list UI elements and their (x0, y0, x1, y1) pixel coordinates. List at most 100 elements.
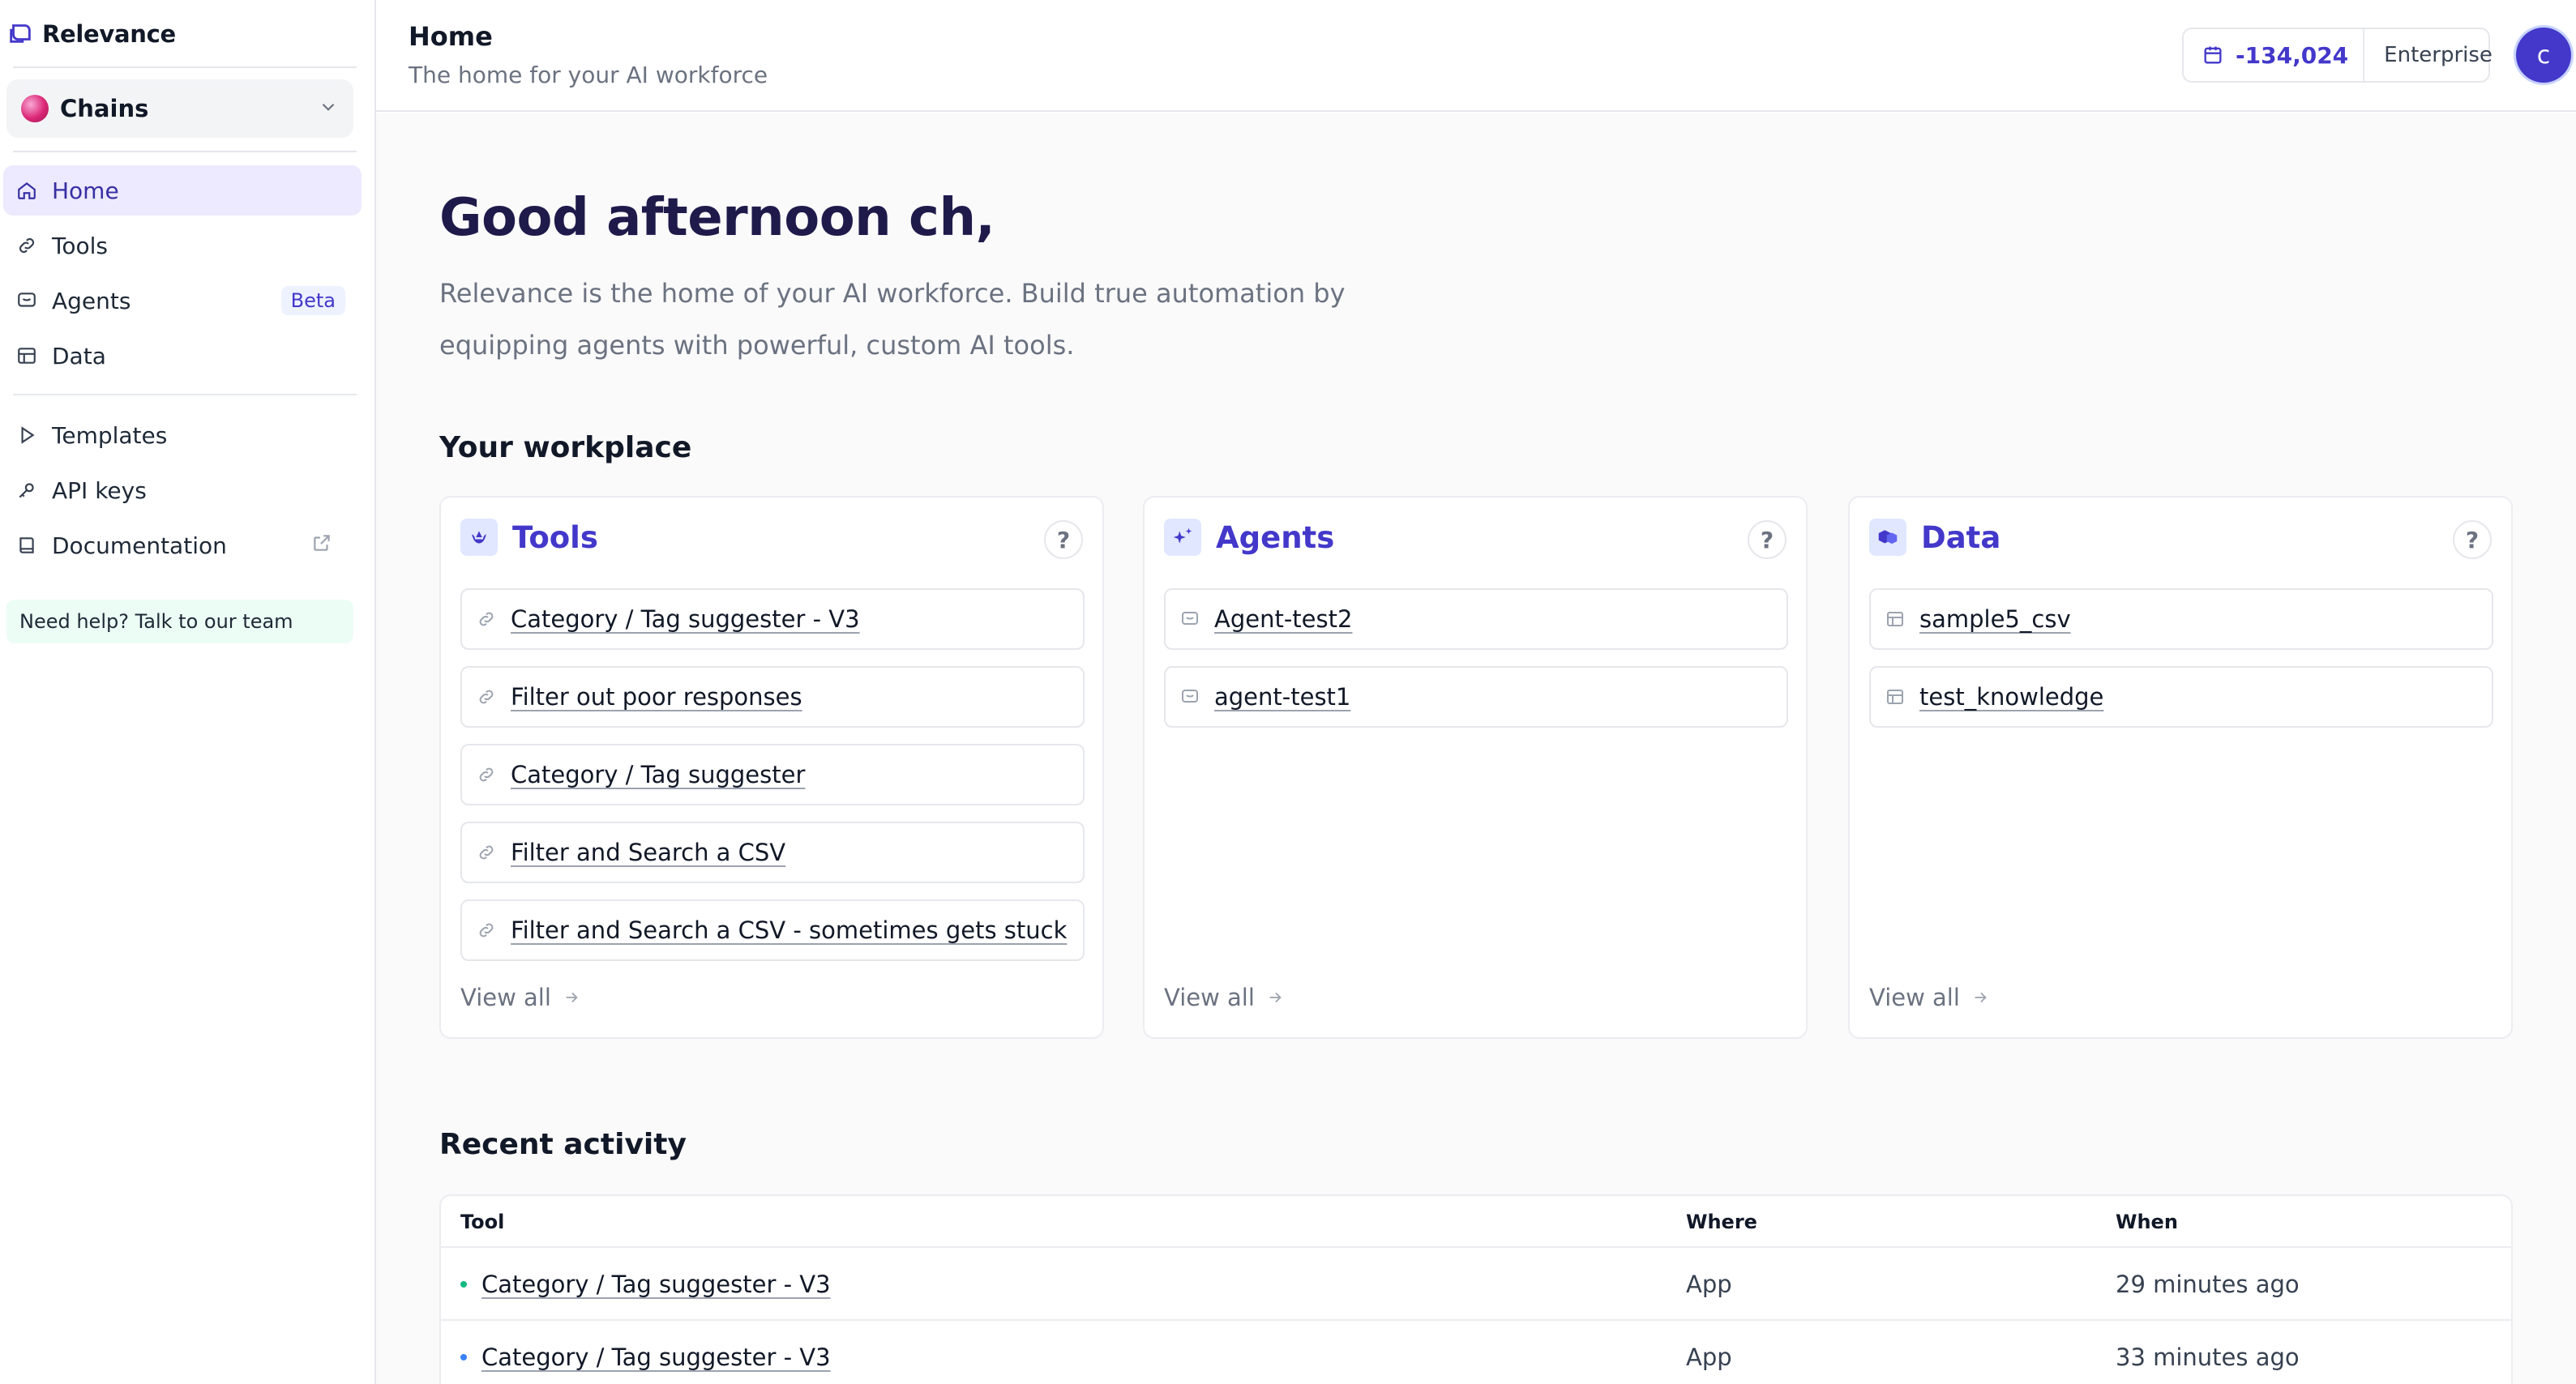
page-subtitle: The home for your AI workforce (409, 62, 768, 88)
arrow-right-icon (566, 992, 578, 1003)
table-row[interactable]: Category / Tag suggester - V3 App 33 min… (441, 1321, 2511, 1384)
secondary-nav: Templates API keys Documentation (3, 410, 362, 575)
row-tool-name[interactable]: Category / Tag suggester - V3 (481, 1343, 831, 1371)
view-all-tools-link[interactable]: View all (460, 984, 580, 1011)
tool-item-label: Filter and Search a CSV (511, 839, 786, 866)
book-icon (19, 537, 34, 553)
link-icon (479, 845, 494, 860)
view-all-data-link[interactable]: View all (1869, 984, 1989, 1011)
brand-name: Relevance (42, 20, 176, 48)
workspace-avatar (21, 95, 49, 122)
tool-item[interactable]: Filter and Search a CSV - sometimes gets… (460, 899, 1085, 961)
brand[interactable]: Relevance (6, 18, 176, 50)
card-header: Data (1869, 519, 2000, 556)
sidebar-item-label: Data (52, 342, 106, 369)
help-button[interactable]: ? (1044, 520, 1083, 559)
table-icon (1887, 612, 1903, 626)
column-header-where: Where (1686, 1211, 1757, 1233)
table-header: Tool Where When (441, 1196, 2511, 1248)
card-title: Data (1921, 519, 2001, 555)
view-all-label: View all (460, 984, 551, 1011)
workspace-switcher[interactable]: Chains (6, 79, 353, 138)
help-button[interactable]: ? (2453, 520, 2492, 559)
help-button[interactable]: ? (1748, 520, 1787, 559)
sidebar-item-api-keys[interactable]: API keys (3, 465, 362, 515)
table-icon (1887, 690, 1903, 704)
tools-card: Tools ? Category / Tag suggester - V3 Fi… (439, 496, 1104, 1039)
agent-item[interactable]: agent-test1 (1164, 666, 1788, 728)
sidebar-item-home[interactable]: Home (3, 165, 362, 216)
dataset-item-label: test_knowledge (1919, 683, 2104, 711)
primary-nav: Home Tools Agents Beta Data (3, 165, 362, 386)
sidebar-item-label: Agents (52, 287, 131, 314)
intro-text: Relevance is the home of your AI workfor… (439, 278, 1346, 361)
sidebar-item-label: Tools (52, 232, 108, 259)
agents-card: Agents ? Agent-test2 agent-test1 View al… (1143, 496, 1808, 1039)
arrow-right-icon (1269, 992, 1282, 1003)
column-header-tool: Tool (460, 1211, 505, 1233)
dataset-item[interactable]: sample5_csv (1869, 588, 2493, 650)
workplace-title: Your workplace (439, 431, 692, 464)
row-tool-cell: Category / Tag suggester - V3 (460, 1271, 831, 1298)
tool-item[interactable]: Filter and Search a CSV (460, 822, 1085, 883)
database-cubes-icon (1869, 519, 1906, 556)
page-title: Home (409, 21, 493, 52)
card-header: Tools (460, 519, 598, 556)
calendar-credit-icon (2204, 46, 2222, 64)
workspace-name: Chains (60, 95, 149, 122)
tool-item[interactable]: Category / Tag suggester (460, 744, 1085, 805)
tool-item[interactable]: Filter out poor responses (460, 666, 1085, 728)
tool-item[interactable]: Category / Tag suggester - V3 (460, 588, 1085, 650)
sidebar-item-data[interactable]: Data (3, 331, 362, 381)
agents-list: Agent-test2 agent-test1 (1164, 588, 1788, 744)
sidebar-item-templates[interactable]: Templates (3, 410, 362, 460)
sidebar-item-label: Documentation (52, 532, 227, 559)
sidebar-divider (13, 66, 357, 68)
credits-value: -134,024 (2236, 41, 2349, 69)
sidebar-item-tools[interactable]: Tools (3, 220, 362, 271)
home-icon (18, 182, 36, 199)
card-header: Agents (1164, 519, 1334, 556)
sidebar-item-agents[interactable]: Agents Beta (3, 276, 362, 326)
row-when: 29 minutes ago (2116, 1271, 2300, 1298)
card-title: Agents (1216, 519, 1335, 555)
sparkles-icon (1164, 519, 1201, 556)
sidebar-item-label: API keys (52, 476, 147, 504)
link-icon (479, 767, 494, 782)
view-all-label: View all (1869, 984, 1960, 1011)
help-banner[interactable]: Need help? Talk to our team (6, 600, 353, 643)
view-all-label: View all (1164, 984, 1255, 1011)
tool-item-label: Filter and Search a CSV - sometimes gets… (511, 916, 1068, 944)
row-where: App (1686, 1343, 1732, 1371)
greeting-heading: Good afternoon ch, (439, 188, 995, 248)
relevance-logo-icon (6, 19, 34, 49)
sidebar: Relevance Chains Home Tools Agents Beta … (0, 0, 376, 1384)
sidebar-item-label: Templates (52, 421, 168, 449)
tool-item-label: Category / Tag suggester - V3 (511, 605, 860, 633)
agent-item-label: Agent-test2 (1214, 605, 1353, 633)
table-row[interactable]: Category / Tag suggester - V3 App 29 min… (441, 1248, 2511, 1321)
recent-activity-title: Recent activity (439, 1128, 687, 1161)
status-dot-icon (460, 1354, 467, 1361)
user-avatar[interactable]: c (2516, 28, 2571, 83)
view-all-agents-link[interactable]: View all (1164, 984, 1284, 1011)
sidebar-item-documentation[interactable]: Documentation (3, 520, 362, 570)
link-icon (479, 923, 494, 938)
tools-card-icon (460, 519, 498, 556)
dataset-item[interactable]: test_knowledge (1869, 666, 2493, 728)
tools-list: Category / Tag suggester - V3 Filter out… (460, 588, 1085, 977)
sidebar-item-label: Home (52, 177, 119, 204)
agent-item[interactable]: Agent-test2 (1164, 588, 1788, 650)
sidebar-divider (13, 394, 357, 395)
arrow-right-icon (1975, 992, 1987, 1003)
row-tool-name[interactable]: Category / Tag suggester - V3 (481, 1271, 831, 1298)
play-icon (21, 426, 35, 444)
page-header: Home The home for your AI workforce -134… (376, 0, 2576, 112)
credits-button[interactable]: -134,024 (2184, 29, 2365, 81)
card-title: Tools (512, 519, 598, 555)
row-tool-cell: Category / Tag suggester - V3 (460, 1343, 831, 1371)
plan-label[interactable]: Enterprise (2364, 43, 2512, 67)
row-when: 33 minutes ago (2116, 1343, 2300, 1371)
link-icon (19, 237, 35, 254)
chat-icon (1182, 612, 1198, 625)
